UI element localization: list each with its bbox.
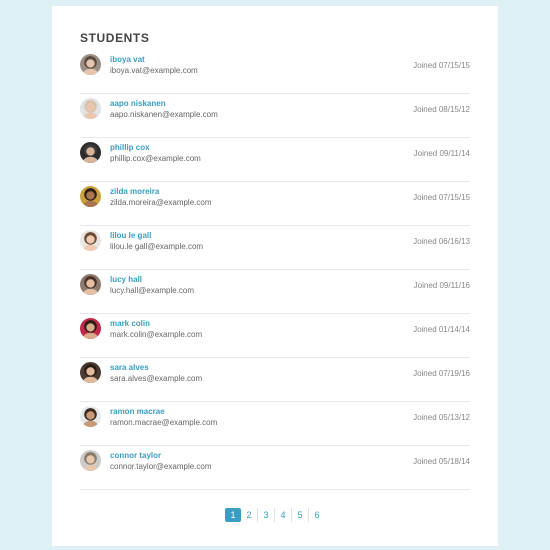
joined-date: Joined 09/11/14 [413, 149, 470, 158]
student-email: mark.colin@example.com [110, 330, 203, 339]
page-link[interactable]: 5 [292, 508, 309, 522]
page-link[interactable]: 4 [275, 508, 292, 522]
avatar[interactable] [80, 318, 101, 339]
joined-date: Joined 07/15/15 [413, 193, 470, 202]
page-link[interactable]: 3 [258, 508, 275, 522]
avatar[interactable] [80, 450, 101, 471]
student-name-link[interactable]: lucy hall [110, 275, 142, 284]
avatar[interactable] [80, 186, 101, 207]
student-row: connor taylor connor.taylor@example.com … [80, 446, 470, 490]
avatar[interactable] [80, 362, 101, 383]
student-list: iboya vat iboya.vat@example.com Joined 0… [80, 50, 470, 490]
section-title: STUDENTS [80, 31, 150, 45]
joined-date: Joined 06/16/13 [413, 237, 470, 246]
page-link[interactable]: 1 [225, 508, 241, 522]
joined-date: Joined 08/15/12 [413, 105, 470, 114]
joined-date: Joined 07/15/15 [413, 61, 470, 70]
student-name-link[interactable]: sara alves [110, 363, 149, 372]
joined-date: Joined 01/14/14 [413, 325, 470, 334]
student-email: aapo.niskanen@example.com [110, 110, 218, 119]
student-name-link[interactable]: ramon macrae [110, 407, 165, 416]
student-row: iboya vat iboya.vat@example.com Joined 0… [80, 50, 470, 94]
joined-date: Joined 07/19/16 [413, 369, 470, 378]
joined-date: Joined 09/11/16 [413, 281, 470, 290]
student-name-link[interactable]: phillip cox [110, 143, 150, 152]
student-row: aapo niskanen aapo.niskanen@example.com … [80, 94, 470, 138]
joined-date: Joined 05/13/12 [413, 413, 470, 422]
student-email: sara.alves@example.com [110, 374, 203, 383]
student-email: iboya.vat@example.com [110, 66, 198, 75]
student-email: zilda.moreira@example.com [110, 198, 212, 207]
student-row: lucy hall lucy.hall@example.com Joined 0… [80, 270, 470, 314]
avatar[interactable] [80, 274, 101, 295]
page-link[interactable]: 6 [309, 508, 325, 522]
avatar[interactable] [80, 54, 101, 75]
student-name-link[interactable]: lilou le gall [110, 231, 151, 240]
joined-date: Joined 05/18/14 [413, 457, 470, 466]
student-row: zilda moreira zilda.moreira@example.com … [80, 182, 470, 226]
student-email: phillip.cox@example.com [110, 154, 201, 163]
avatar[interactable] [80, 406, 101, 427]
student-email: lilou.le gall@example.com [110, 242, 204, 251]
student-name-link[interactable]: connor taylor [110, 451, 161, 460]
student-email: ramon.macrae@example.com [110, 418, 218, 427]
avatar[interactable] [80, 230, 101, 251]
student-row: sara alves sara.alves@example.com Joined… [80, 358, 470, 402]
avatar[interactable] [80, 98, 101, 119]
student-email: connor.taylor@example.com [110, 462, 212, 471]
students-card: STUDENTS iboya vat iboya.vat@example.com… [52, 6, 498, 546]
pagination: 123456 [52, 508, 498, 522]
student-name-link[interactable]: mark colin [110, 319, 150, 328]
student-row: phillip cox phillip.cox@example.com Join… [80, 138, 470, 182]
page-link[interactable]: 2 [241, 508, 258, 522]
student-row: mark colin mark.colin@example.com Joined… [80, 314, 470, 358]
student-row: ramon macrae ramon.macrae@example.com Jo… [80, 402, 470, 446]
student-email: lucy.hall@example.com [110, 286, 195, 295]
student-name-link[interactable]: aapo niskanen [110, 99, 166, 108]
student-row: lilou le gall lilou.le gall@example.com … [80, 226, 470, 270]
avatar[interactable] [80, 142, 101, 163]
student-name-link[interactable]: zilda moreira [110, 187, 159, 196]
student-name-link[interactable]: iboya vat [110, 55, 145, 64]
